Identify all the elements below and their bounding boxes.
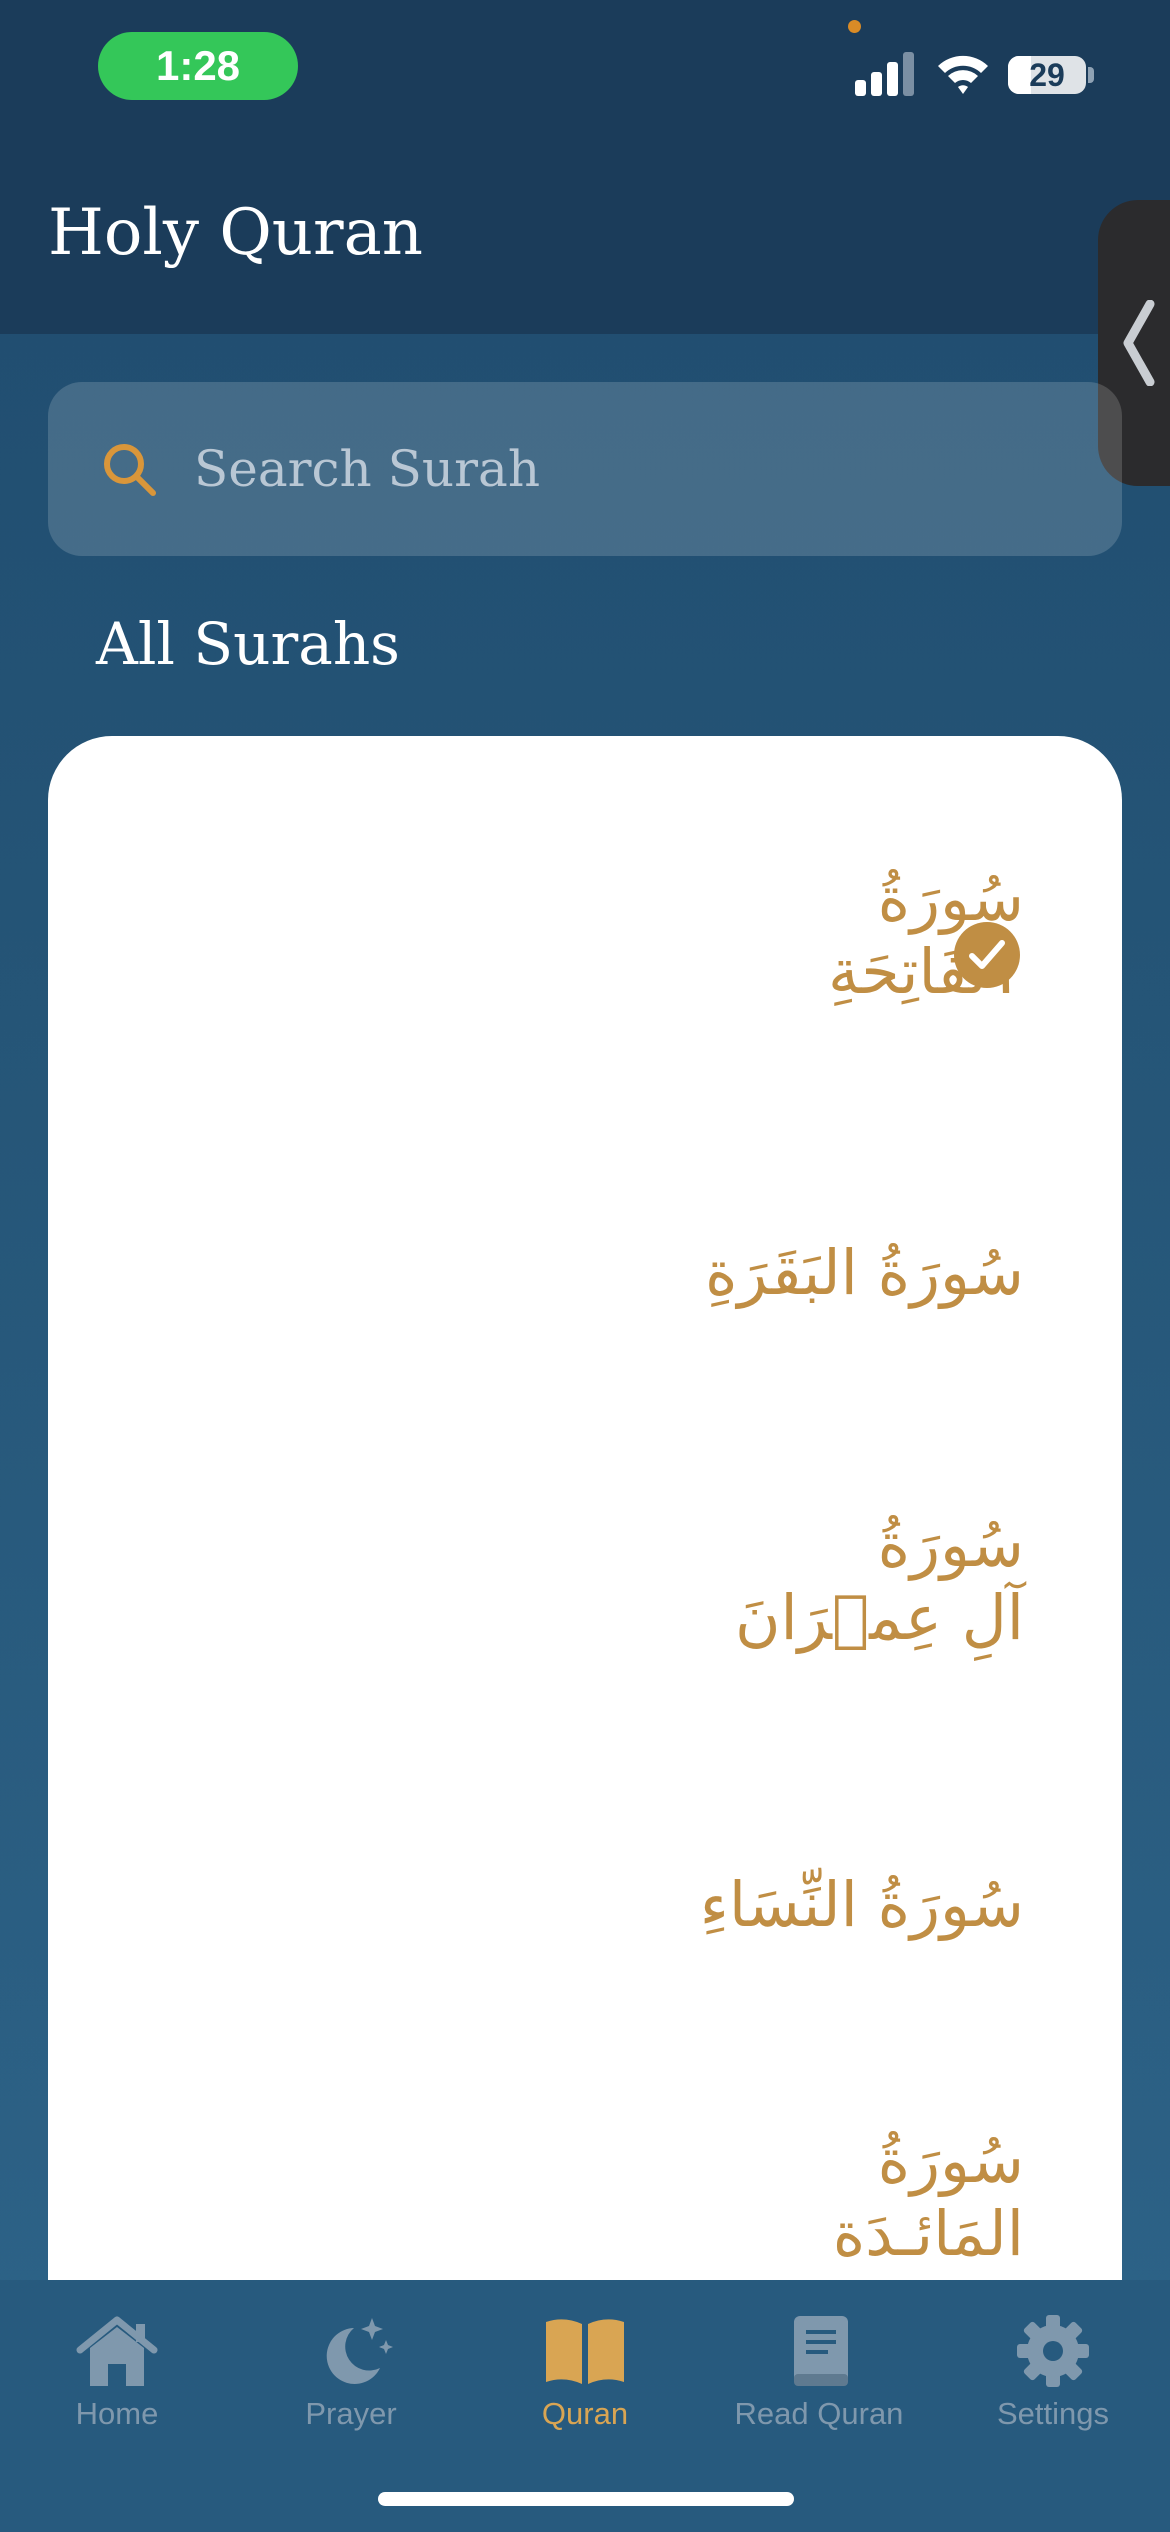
tab-label: Read Quran bbox=[734, 2396, 904, 2431]
tab-settings[interactable]: Settings bbox=[936, 2296, 1170, 2456]
surah-name: سُورَةُ النِّسَاءِ bbox=[699, 1868, 1024, 1941]
surah-name: المَائـدَة bbox=[832, 2197, 1024, 2271]
home-indicator[interactable] bbox=[378, 2492, 794, 2506]
surah-name: آلِ عِمۡرَانَ bbox=[735, 1581, 1024, 1655]
book-icon bbox=[794, 2316, 848, 2386]
tab-read-quran[interactable]: Read Quran bbox=[702, 2296, 936, 2456]
status-time: 1:28 bbox=[98, 32, 298, 100]
tab-prayer[interactable]: Prayer bbox=[234, 2296, 468, 2456]
surah-name: سُورَةُ bbox=[877, 2124, 1024, 2197]
section-title-all-surahs: All Surahs bbox=[96, 610, 400, 678]
surah-item-al-baqara[interactable]: سُورَةُ البَقَرَةِ bbox=[705, 1236, 1024, 1309]
battery-icon: 29 bbox=[1008, 56, 1086, 94]
tab-quran[interactable]: Quran bbox=[468, 2296, 702, 2456]
open-book-icon bbox=[546, 2319, 624, 2384]
privacy-indicator-dot bbox=[848, 20, 861, 33]
tab-label: Home bbox=[75, 2396, 159, 2431]
surah-name: سُورَةُ البَقَرَةِ bbox=[705, 1236, 1024, 1309]
search-icon bbox=[104, 444, 156, 496]
battery-cap bbox=[1088, 67, 1094, 83]
surah-name: سُورَةُ bbox=[877, 1508, 1024, 1581]
cellular-signal-icon bbox=[855, 52, 914, 96]
surah-item-al-maida[interactable]: سُورَةُ المَائـدَة bbox=[833, 2124, 1024, 2270]
surah-item-an-nisa[interactable]: سُورَةُ النِّسَاءِ bbox=[700, 1868, 1024, 1941]
search-input[interactable] bbox=[192, 418, 1076, 520]
gear-icon bbox=[1017, 2315, 1089, 2387]
selected-checkmark-icon bbox=[954, 922, 1020, 988]
search-bar[interactable] bbox=[48, 382, 1122, 556]
tab-label: Prayer bbox=[305, 2396, 397, 2431]
wifi-icon bbox=[938, 55, 988, 94]
page-title: Holy Quran bbox=[48, 196, 423, 270]
chevron-left-icon bbox=[1123, 300, 1155, 386]
surah-item-al-imran[interactable]: سُورَةُ آلِ عِمۡرَانَ bbox=[735, 1508, 1024, 1654]
surah-list: سُورَةُ ٱلْفَاتِحَةِ سُورَةُ البَقَرَةِ … bbox=[48, 736, 1122, 2356]
moon-stars-icon bbox=[326, 2318, 393, 2384]
tab-label: Settings bbox=[996, 2396, 1109, 2431]
tab-label: Quran bbox=[541, 2396, 629, 2431]
tab-home[interactable]: Home bbox=[0, 2296, 234, 2456]
home-icon bbox=[76, 2316, 158, 2386]
battery-percentage: 29 bbox=[1029, 56, 1065, 93]
